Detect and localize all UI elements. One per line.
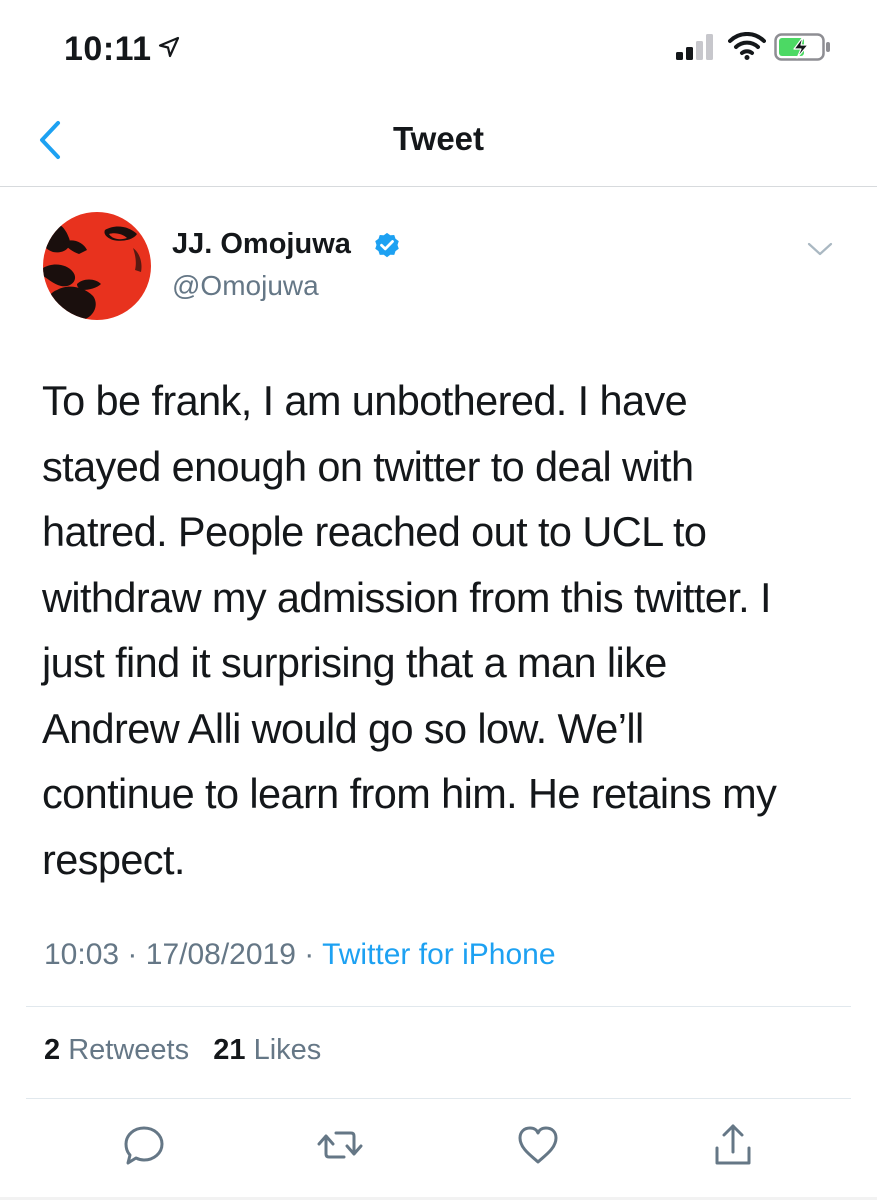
likes-count: 21: [213, 1034, 246, 1066]
tweet-text-line: To be frank, I am unbothered. I have: [42, 377, 688, 424]
chevron-down-icon[interactable]: [806, 240, 834, 258]
likes-stat[interactable]: 21 Likes: [213, 1034, 321, 1066]
tweet-text-line: continue to learn from him. He retains m…: [42, 770, 777, 817]
author-handle[interactable]: @Omojuwa: [172, 270, 319, 302]
tweet-meta: 10:03 · 17/08/2019 · Twitter for iPhone: [44, 938, 556, 972]
tweet-text-line: Andrew Alli would go so low. We’ll: [42, 704, 644, 752]
likes-label: Likes: [253, 1034, 322, 1066]
verified-badge-icon: [375, 232, 399, 258]
meta-separator: ·: [304, 938, 315, 971]
status-time: 10:11: [64, 30, 152, 68]
reply-icon[interactable]: [119, 1120, 169, 1170]
tweet-text-line: withdraw my admission from this twitter.…: [42, 573, 772, 621]
cellular-signal-icon: [676, 34, 713, 60]
tweet-source-link[interactable]: Twitter for iPhone: [322, 938, 555, 971]
nav-bar: Tweet: [0, 92, 877, 187]
tweet-date: 17/08/2019: [145, 938, 296, 971]
retweets-count: 2: [44, 1034, 61, 1066]
tweet-text-line: hatred. People reached out to UCL to: [42, 508, 707, 555]
share-icon[interactable]: [708, 1120, 758, 1170]
status-bar: 10:11: [0, 0, 877, 92]
author-name[interactable]: JJ. Omojuwa: [172, 228, 351, 261]
like-icon[interactable]: [513, 1120, 563, 1170]
avatar[interactable]: [43, 212, 151, 320]
tweet-text-line: stayed enough on twitter to deal with: [42, 442, 694, 490]
tweet-text: To be frank, I am unbothered. I have sta…: [42, 368, 842, 892]
retweet-icon[interactable]: [315, 1120, 365, 1170]
tweet-stats: 2 Retweets 21 Likes: [44, 1034, 321, 1067]
tweet-time: 10:03: [44, 938, 120, 971]
retweets-stat[interactable]: 2 Retweets: [44, 1034, 189, 1066]
meta-separator: ·: [127, 938, 138, 971]
retweets-label: Retweets: [68, 1034, 190, 1066]
location-arrow-icon: [158, 36, 180, 58]
tweet-text-line: just find it surprising that a man like: [42, 639, 667, 686]
divider: [26, 1098, 851, 1099]
wifi-icon: [728, 32, 766, 60]
tweet-text-line: respect.: [42, 835, 185, 883]
divider: [26, 1006, 851, 1007]
page-title: Tweet: [392, 120, 485, 157]
battery-charging-icon: [774, 33, 830, 61]
